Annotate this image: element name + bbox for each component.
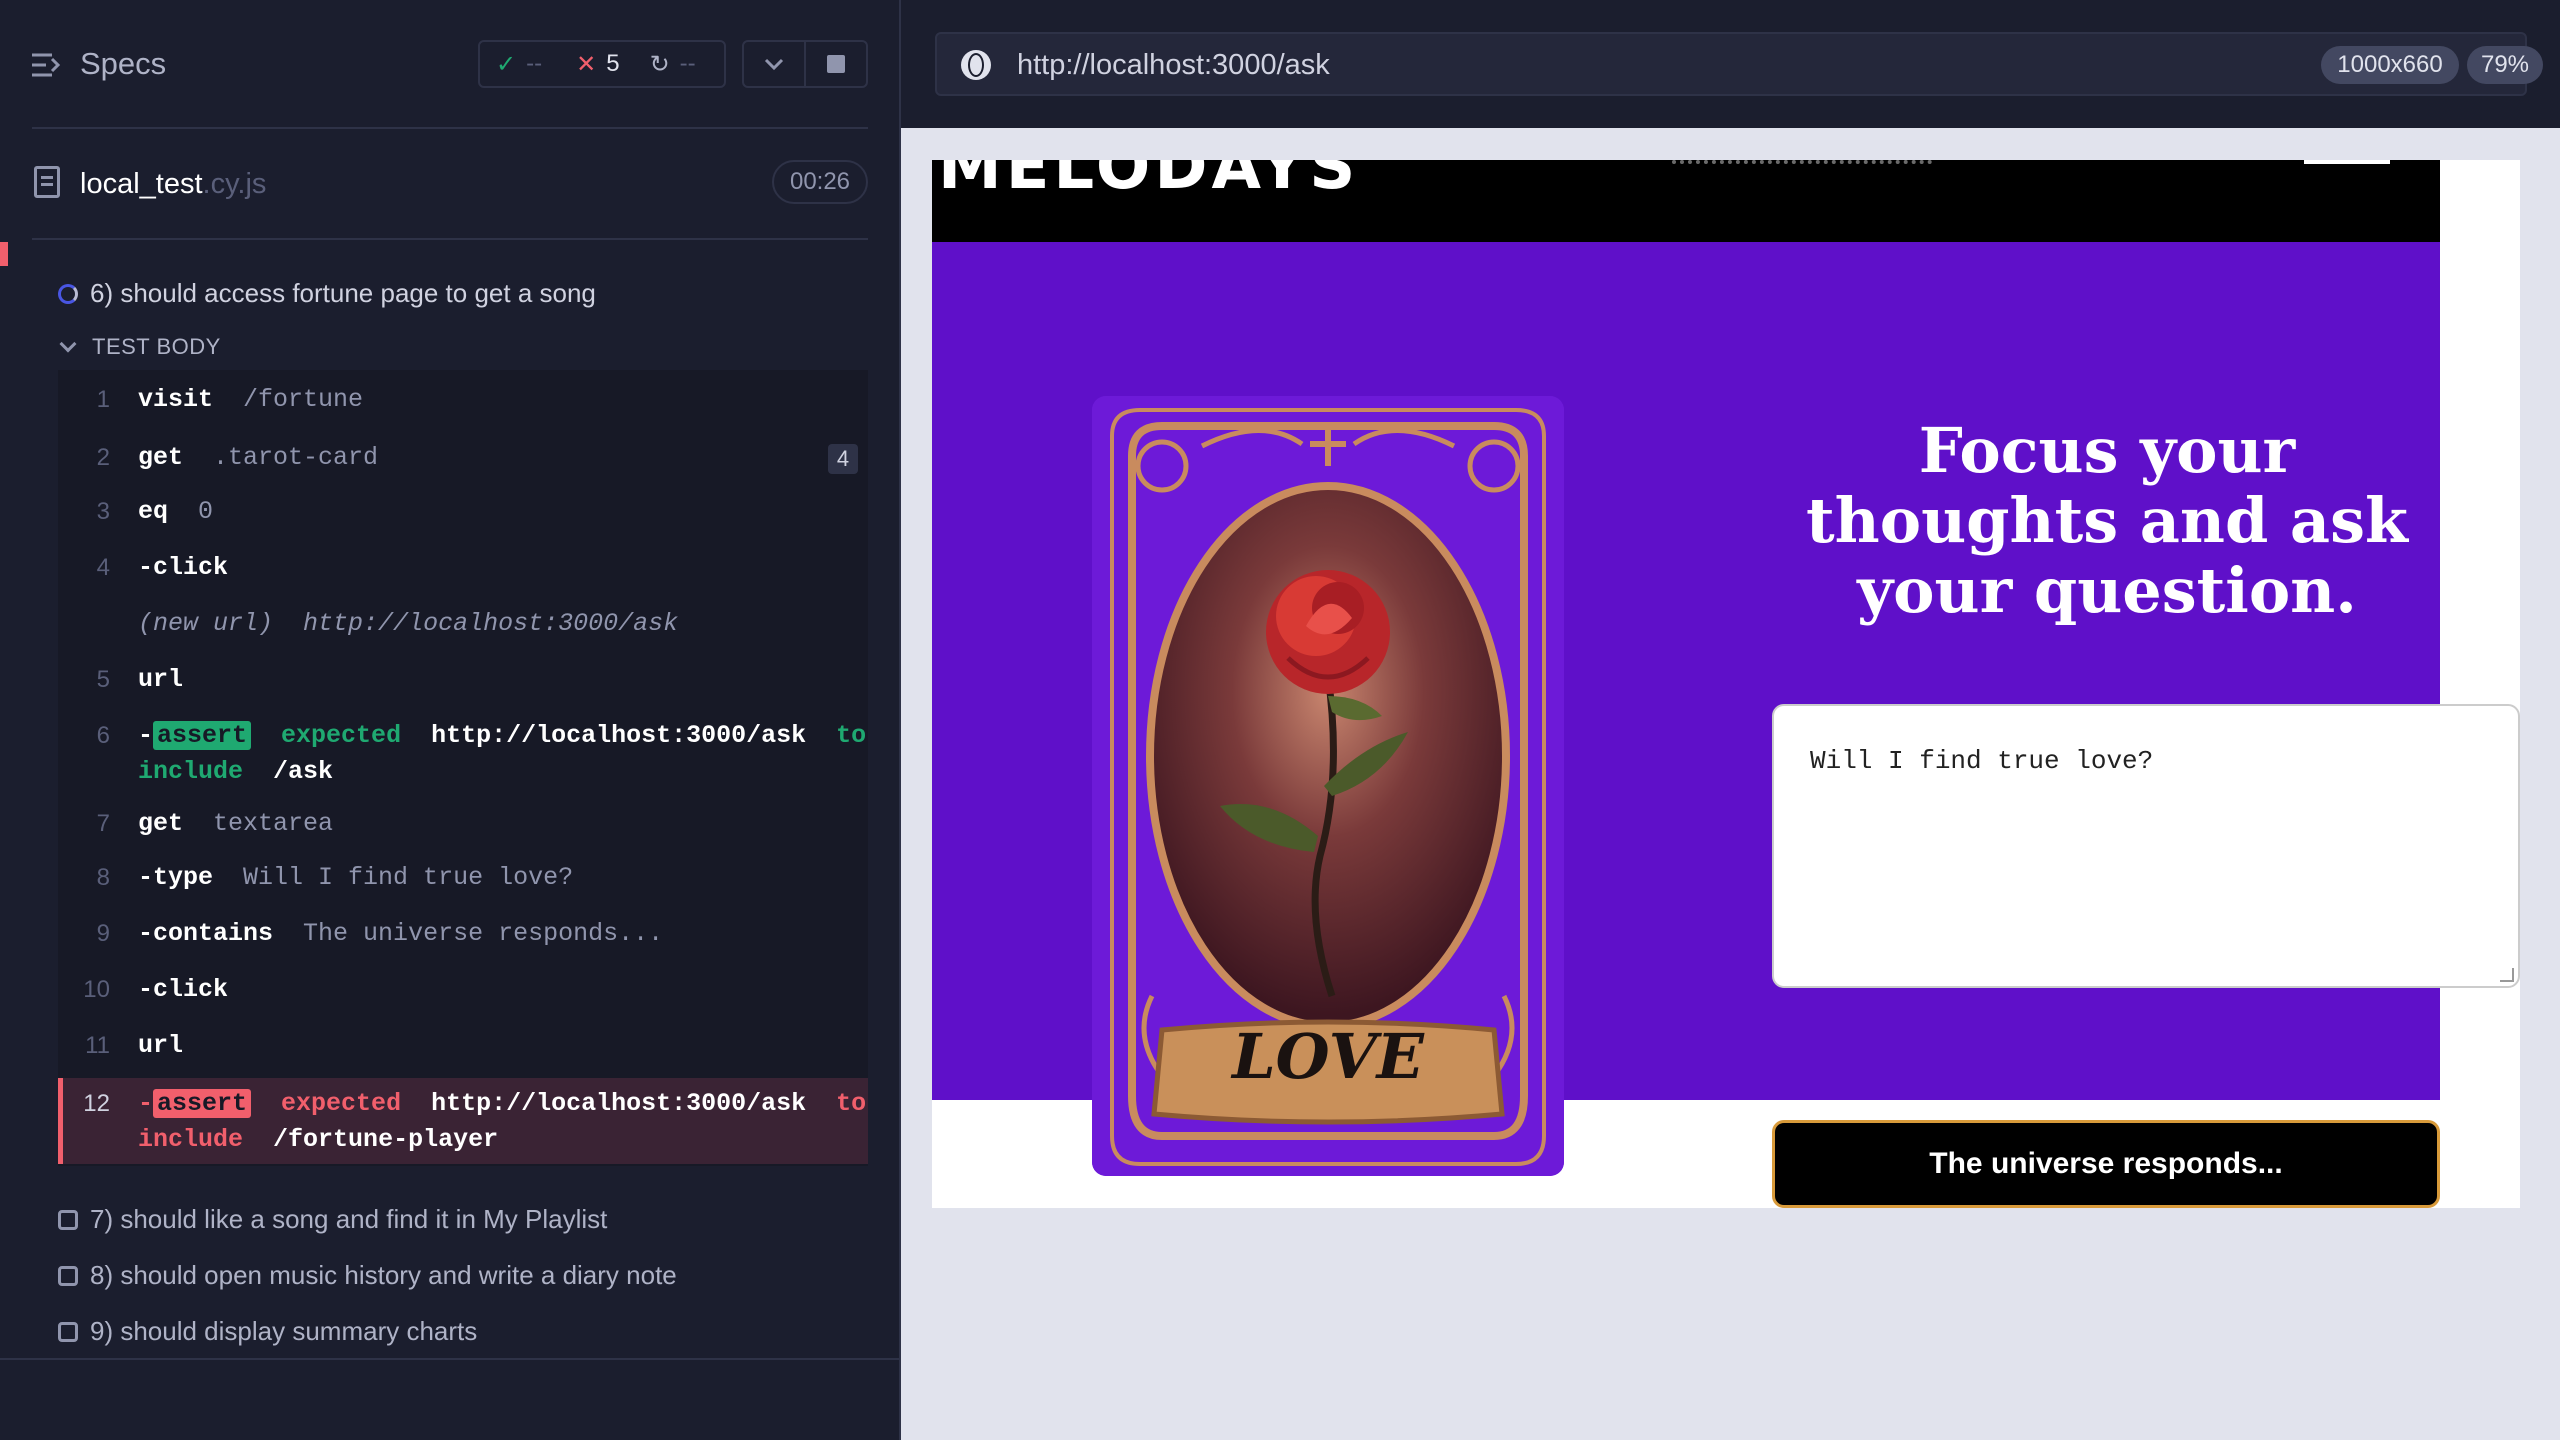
globe-icon: [961, 50, 991, 80]
question-textarea[interactable]: Will I find true love?: [1772, 704, 2520, 988]
pending-test-8[interactable]: 8) should open music history and write a…: [58, 1260, 677, 1291]
specs-list-icon[interactable]: [30, 48, 64, 82]
viewport-size-badge[interactable]: 1000x660: [2321, 46, 2459, 84]
pending-square-icon: [58, 1209, 78, 1230]
divider: [32, 238, 868, 240]
site-nav[interactable]: [1672, 160, 1932, 165]
url-text: http://localhost:3000/ask: [1017, 49, 1330, 81]
passed-count: ✓ --: [496, 50, 543, 78]
aut-header: http://localhost:3000/ask 1000x660 79%: [901, 0, 2560, 128]
pending-test-7[interactable]: 7) should like a song and find it in My …: [58, 1204, 607, 1235]
reporter-panel: Specs ✓ -- ✕ 5 ↻ -- local_test.cy.js 00:…: [0, 0, 900, 1440]
tarot-card: LOVE: [1092, 396, 1564, 1176]
ask-heading: Focus your thoughts and ask your questio…: [1806, 414, 2408, 627]
divider: [32, 127, 868, 129]
cross-icon: ✕: [576, 50, 597, 78]
pending-circle-icon: ↻: [649, 50, 670, 78]
url-bar[interactable]: http://localhost:3000/ask 1000x660 79%: [935, 32, 2543, 96]
pending-test-9[interactable]: 9) should display summary charts: [58, 1316, 477, 1347]
universe-responds-button[interactable]: The universe responds...: [1772, 1120, 2440, 1208]
tarot-card-label: LOVE: [1232, 1020, 1424, 1093]
test-stats: ✓ -- ✕ 5 ↻ --: [478, 40, 726, 88]
spec-duration: 00:26: [772, 160, 868, 204]
running-spinner-icon: [58, 283, 78, 304]
spec-file-header[interactable]: local_test.cy.js 00:26: [0, 150, 900, 216]
check-icon: ✓: [496, 50, 517, 78]
pending-count: ↻ --: [649, 50, 696, 78]
test-body-toggle[interactable]: TEST BODY: [58, 334, 221, 360]
current-test-title[interactable]: 6) should access fortune page to get a s…: [58, 278, 596, 309]
run-controls: [742, 40, 868, 88]
site-logo[interactable]: MELODAYS: [938, 160, 1359, 204]
pending-square-icon: [58, 1265, 78, 1286]
chevron-down-icon[interactable]: [744, 42, 804, 86]
failure-indicator: [0, 242, 8, 266]
element-count-badge: 4: [828, 444, 858, 474]
pending-square-icon: [58, 1321, 78, 1342]
assert-badge: assert: [153, 721, 252, 750]
divider: [0, 1358, 900, 1360]
assert-badge: assert: [153, 1089, 252, 1118]
reporter-header: Specs ✓ -- ✕ 5 ↻ --: [0, 0, 900, 128]
app-iframe: MELODAYS LOVE Focus your thoughts and as…: [932, 160, 2520, 1208]
specs-title[interactable]: Specs: [80, 46, 166, 82]
aut-panel: http://localhost:3000/ask 1000x660 79% M…: [901, 0, 2560, 1440]
zoom-badge[interactable]: 79%: [2467, 46, 2543, 84]
cypress-runner: Specs ✓ -- ✕ 5 ↻ -- local_test.cy.js 00:…: [0, 0, 2560, 1440]
stop-button[interactable]: [804, 42, 866, 86]
failed-count: ✕ 5: [576, 50, 620, 78]
chevron-down-icon: [59, 335, 77, 353]
command-log: 1 visit /fortune 2 get .tarot-card 4 3 e…: [58, 370, 868, 1166]
site-header: MELODAYS: [932, 160, 2440, 242]
document-icon: [34, 166, 60, 198]
resize-handle-icon[interactable]: [2500, 968, 2514, 982]
nav-button[interactable]: [2304, 160, 2390, 164]
spec-file-name: local_test.cy.js: [80, 168, 267, 200]
stop-icon: [827, 55, 845, 73]
